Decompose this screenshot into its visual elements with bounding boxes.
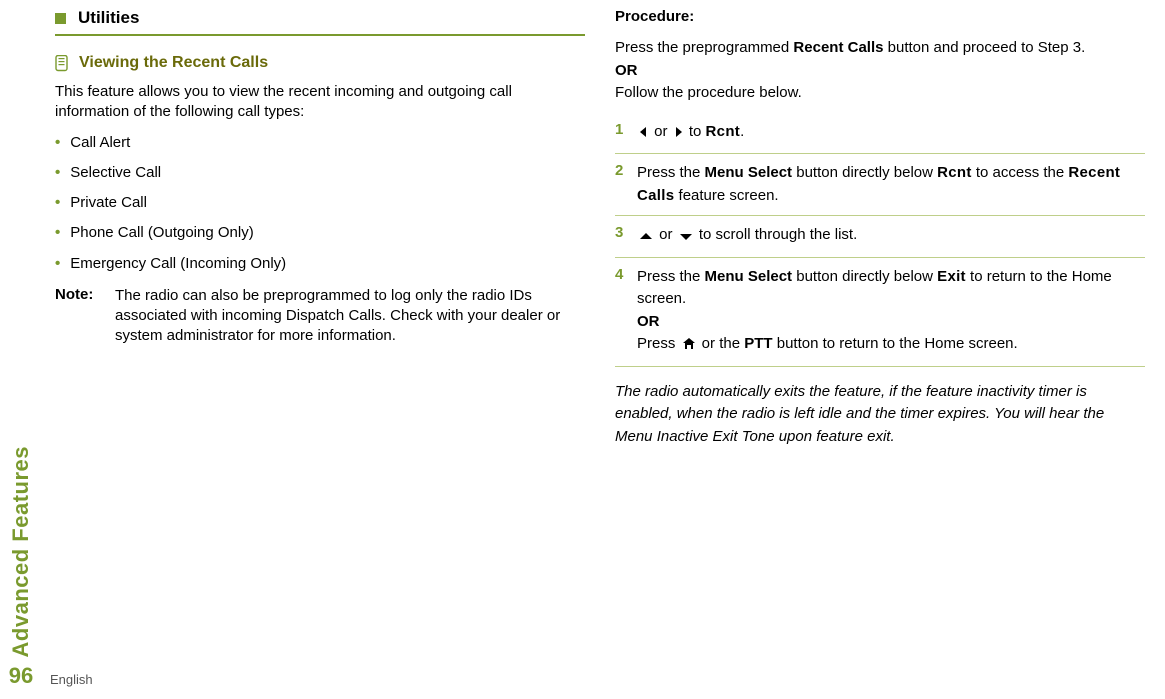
step-number: 3 [615, 224, 637, 241]
language-label: English [50, 672, 93, 687]
section-rule [55, 34, 585, 36]
list-item: • Emergency Call (Incoming Only) [55, 254, 585, 274]
text: or [650, 123, 672, 140]
text: to [685, 123, 706, 140]
step-item: 3 or to scroll through the list. [615, 216, 1145, 258]
page-body: Utilities Viewing the Recent Calls This … [0, 0, 1165, 458]
text: Press [637, 335, 680, 352]
step-number: 1 [615, 121, 637, 138]
page-number: 96 [9, 663, 33, 689]
bullet-icon: • [55, 193, 60, 213]
bullet-icon: • [55, 223, 60, 243]
procedure-title: Procedure: [615, 8, 1145, 25]
recent-calls-label: Recent Calls [793, 39, 883, 56]
text: Press the preprogrammed [615, 39, 793, 56]
subsection-title: Viewing the Recent Calls [79, 54, 268, 72]
square-bullet-icon [55, 13, 66, 24]
text: button directly below [792, 268, 937, 285]
list-item: • Phone Call (Outgoing Only) [55, 223, 585, 243]
footer-note: The radio automatically exits the featur… [615, 381, 1145, 449]
softkey-rcnt: Rcnt [937, 164, 972, 181]
or-label: OR [615, 62, 638, 79]
text: Follow the procedure below. [615, 84, 802, 101]
bullet-icon: • [55, 133, 60, 153]
intro-paragraph: This feature allows you to view the rece… [55, 82, 585, 123]
call-type-list: • Call Alert • Selective Call • Private Cal… [55, 133, 585, 274]
list-item-text: Emergency Call (Incoming Only) [70, 254, 286, 274]
text: button and proceed to Step 3. [883, 39, 1085, 56]
text: . [740, 123, 744, 140]
text: button to return to the Home screen. [773, 335, 1018, 352]
sidebar-label: Advanced Features [8, 446, 34, 657]
text: Press the [637, 268, 705, 285]
bullet-icon: • [55, 163, 60, 183]
step-item: 2 Press the Menu Select button directly … [615, 154, 1145, 216]
step-number: 4 [615, 266, 637, 283]
text: to access the [972, 164, 1069, 181]
step-item: 1 or to Rcnt. [615, 113, 1145, 155]
text: to scroll through the list. [695, 226, 858, 243]
step-body: or to scroll through the list. [637, 224, 1145, 249]
phone-list-icon [55, 55, 69, 72]
list-item: • Call Alert [55, 133, 585, 153]
bullet-icon: • [55, 254, 60, 274]
up-arrow-icon [639, 226, 653, 249]
procedure-intro: Press the preprogrammed Recent Calls but… [615, 37, 1145, 105]
menu-select-label: Menu Select [705, 164, 793, 181]
text: button directly below [792, 164, 937, 181]
list-item: • Selective Call [55, 163, 585, 183]
text: feature screen. [674, 187, 778, 204]
list-item-text: Phone Call (Outgoing Only) [70, 223, 253, 243]
text: Press the [637, 164, 705, 181]
steps-list: 1 or to Rcnt. 2 Press the Menu Select bu… [615, 113, 1145, 367]
left-arrow-icon [639, 123, 648, 146]
step-item: 4 Press the Menu Select button directly … [615, 258, 1145, 367]
step-body: or to Rcnt. [637, 121, 1145, 146]
down-arrow-icon [679, 226, 693, 249]
list-item: • Private Call [55, 193, 585, 213]
note-body: The radio can also be preprogrammed to l… [115, 286, 585, 347]
note-label: Note: [55, 286, 115, 303]
home-icon [682, 335, 696, 358]
menu-select-label: Menu Select [705, 268, 793, 285]
step-number: 2 [615, 162, 637, 179]
step-body: Press the Menu Select button directly be… [637, 162, 1145, 207]
ptt-label: PTT [744, 335, 772, 352]
right-arrow-icon [674, 123, 683, 146]
list-item-text: Selective Call [70, 163, 161, 183]
text: or [655, 226, 677, 243]
subsection-heading: Viewing the Recent Calls [55, 54, 585, 72]
softkey-rcnt: Rcnt [706, 123, 741, 140]
section-title: Utilities [78, 8, 139, 28]
text: or the [698, 335, 745, 352]
softkey-exit: Exit [937, 268, 966, 285]
list-item-text: Private Call [70, 193, 147, 213]
list-item-text: Call Alert [70, 133, 130, 153]
right-column: Procedure: Press the preprogrammed Recen… [615, 0, 1145, 458]
sidebar: Advanced Features 96 [8, 446, 34, 689]
left-column: Utilities Viewing the Recent Calls This … [55, 0, 585, 458]
section-heading: Utilities [55, 8, 585, 28]
note-block: Note: The radio can also be preprogramme… [55, 286, 585, 347]
step-body: Press the Menu Select button directly be… [637, 266, 1145, 358]
or-label: OR [637, 313, 660, 330]
